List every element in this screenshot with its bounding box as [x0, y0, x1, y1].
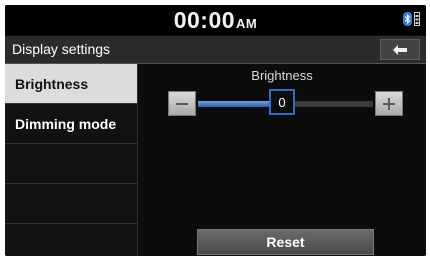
sidebar-item-label: Brightness — [15, 76, 89, 92]
sidebar-empty-row — [5, 224, 137, 256]
bluetooth-icon — [403, 12, 412, 26]
clock-time: 00:00 — [173, 7, 236, 33]
phone-battery-icon — [414, 12, 420, 26]
back-arrow-icon — [393, 44, 407, 55]
brightness-decrease-button[interactable] — [168, 91, 196, 116]
minus-icon — [176, 102, 188, 105]
sidebar-empty-row — [5, 144, 137, 184]
sidebar-empty-row — [5, 184, 137, 224]
head-unit-screen: 00:00AM Display settings Brightness Dimm… — [5, 5, 426, 256]
brightness-increase-button[interactable] — [375, 91, 403, 116]
settings-sidebar: Brightness Dimming mode — [5, 64, 138, 256]
sidebar-item-dimming-mode[interactable]: Dimming mode — [5, 104, 137, 144]
clock: 00:00AM — [5, 7, 426, 34]
back-button[interactable] — [380, 39, 420, 60]
clock-ampm: AM — [236, 16, 258, 31]
title-bar: Display settings — [5, 36, 426, 64]
brightness-value: 0 — [278, 94, 286, 110]
reset-button[interactable]: Reset — [197, 229, 374, 255]
brightness-slider-thumb[interactable]: 0 — [269, 89, 295, 115]
status-bar: 00:00AM — [5, 5, 426, 35]
page-title: Display settings — [12, 41, 111, 57]
brightness-label: Brightness — [251, 68, 313, 83]
sidebar-item-label: Dimming mode — [15, 116, 117, 132]
brightness-panel: Brightness 0 Reset — [138, 64, 426, 256]
sidebar-item-brightness[interactable]: Brightness — [5, 64, 137, 104]
plus-icon — [383, 97, 395, 110]
